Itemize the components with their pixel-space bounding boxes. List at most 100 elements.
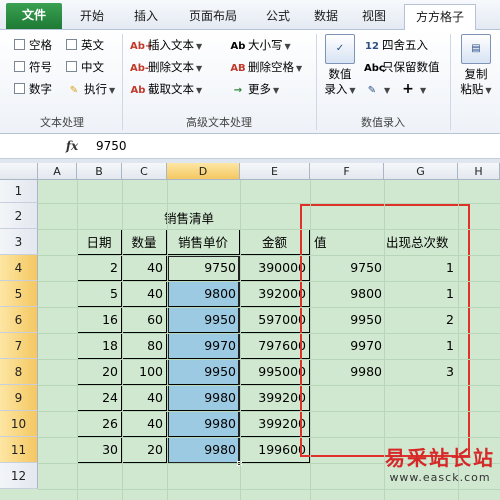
table-cell[interactable]: 199600 — [240, 437, 310, 463]
table-cell[interactable]: 9800 — [167, 281, 240, 307]
column-header-c[interactable]: C — [122, 163, 167, 180]
row-header-7[interactable]: 7 — [0, 333, 38, 359]
result-value-cell[interactable]: 9950 — [310, 307, 382, 333]
add-dropdown-button[interactable]: + ▼ — [400, 79, 426, 99]
extract-text-button[interactable]: Ab 截取文本 ▼ — [130, 79, 203, 99]
document-check-icon: ✓ — [325, 34, 355, 64]
row-header-4[interactable]: 4 — [0, 255, 38, 281]
checkbox-space[interactable]: 空格 — [14, 36, 52, 54]
result-value-cell[interactable]: 9750 — [310, 255, 382, 281]
checkbox-symbol[interactable]: 符号 — [14, 58, 52, 76]
table-cell[interactable]: 40 — [122, 255, 167, 281]
round-button[interactable]: 12 四舍五入 — [364, 35, 428, 55]
table-cell[interactable]: 9980 — [167, 437, 240, 463]
table-cell[interactable]: 24 — [77, 385, 122, 411]
row-header-11[interactable]: 11 — [0, 437, 38, 463]
checkbox-chinese[interactable]: 中文 — [66, 58, 104, 76]
result-value-cell[interactable]: 9970 — [310, 333, 382, 359]
table-cell[interactable]: 9950 — [167, 359, 240, 385]
tab-data[interactable]: 数据 — [306, 4, 346, 30]
tab-formulas[interactable]: 公式 — [256, 4, 300, 30]
table-cell[interactable]: 80 — [122, 333, 167, 359]
copy-paste-button[interactable]: ▤ 复制 粘贴 ▼ — [454, 34, 498, 98]
column-header-g[interactable]: G — [384, 163, 458, 180]
dropdown-arrow-icon: ▼ — [296, 64, 303, 73]
column-header-b[interactable]: B — [77, 163, 122, 180]
result-count-cell[interactable]: 3 — [384, 359, 454, 385]
table-cell[interactable]: 40 — [122, 411, 167, 437]
table-cell[interactable]: 20 — [77, 359, 122, 385]
table-cell[interactable]: 399200 — [240, 411, 310, 437]
table-cell[interactable]: 995000 — [240, 359, 310, 385]
column-header-a[interactable]: A — [38, 163, 77, 180]
table-cell[interactable]: 100 — [122, 359, 167, 385]
result-count-cell[interactable]: 1 — [384, 281, 454, 307]
row-header-3[interactable]: 3 — [0, 229, 38, 255]
select-all-corner[interactable] — [0, 163, 38, 180]
table-cell[interactable]: 390000 — [240, 255, 310, 281]
row-header-12[interactable]: 12 — [0, 463, 38, 489]
edit-dropdown-button[interactable]: ✎ ▼ — [364, 79, 390, 99]
table-cell[interactable]: 9750 — [167, 255, 240, 281]
dropdown-arrow-icon: ▼ — [420, 86, 427, 95]
table-cell[interactable]: 20 — [122, 437, 167, 463]
row-header-5[interactable]: 5 — [0, 281, 38, 307]
delete-text-button[interactable]: Ab-删除文本 ▼ — [130, 57, 202, 77]
tab-home[interactable]: 开始 — [72, 4, 112, 30]
table-cell[interactable]: 16 — [77, 307, 122, 333]
execute-button[interactable]: ✎ 执行 ▼ — [66, 79, 115, 99]
column-header-e[interactable]: E — [240, 163, 310, 180]
checkbox-english[interactable]: 英文 — [66, 36, 104, 54]
row-header-9[interactable]: 9 — [0, 385, 38, 411]
table-header-cell[interactable]: 销售单价 — [167, 229, 240, 255]
table-cell[interactable]: 9950 — [167, 307, 240, 333]
table-cell[interactable]: 392000 — [240, 281, 310, 307]
table-cell[interactable]: 399200 — [240, 385, 310, 411]
insert-text-button[interactable]: Ab+插入文本 ▼ — [130, 35, 202, 55]
table-cell[interactable]: 60 — [122, 307, 167, 333]
insert-function-icon[interactable]: fx — [60, 138, 84, 155]
table-cell[interactable]: 18 — [77, 333, 122, 359]
result-count-cell[interactable]: 2 — [384, 307, 454, 333]
table-cell[interactable]: 40 — [122, 281, 167, 307]
table-cell[interactable]: 40 — [122, 385, 167, 411]
column-header-h[interactable]: H — [458, 163, 500, 180]
delete-space-button[interactable]: AB 删除空格 ▼ — [230, 57, 302, 77]
table-cell[interactable]: 5 — [77, 281, 122, 307]
column-header-f[interactable]: F — [310, 163, 384, 180]
numeric-entry-button[interactable]: ✓ 数值 录入 ▼ — [320, 34, 360, 98]
table-header-cell[interactable]: 日期 — [77, 229, 122, 255]
result-value-cell[interactable]: 9980 — [310, 359, 382, 385]
result-count-cell[interactable]: 1 — [384, 255, 454, 281]
table-cell[interactable]: 2 — [77, 255, 122, 281]
table-cell[interactable]: 30 — [77, 437, 122, 463]
formula-input[interactable]: 9750 — [96, 139, 127, 153]
column-header-d[interactable]: D — [167, 163, 240, 180]
row-header-2[interactable]: 2 — [0, 203, 38, 229]
row-header-8[interactable]: 8 — [0, 359, 38, 385]
result-value-cell[interactable]: 9800 — [310, 281, 382, 307]
checkbox-number[interactable]: 数字 — [14, 80, 52, 98]
tab-fangfang-gezi[interactable]: 方方格子 — [404, 4, 476, 31]
table-cell[interactable]: 797600 — [240, 333, 310, 359]
tab-page-layout[interactable]: 页面布局 — [178, 4, 248, 30]
table-cell[interactable]: 597000 — [240, 307, 310, 333]
row-header-6[interactable]: 6 — [0, 307, 38, 333]
tab-view[interactable]: 视图 — [354, 4, 394, 30]
table-cell[interactable]: 9980 — [167, 411, 240, 437]
result-header-value[interactable]: 值 — [314, 230, 327, 256]
table-header-cell[interactable]: 金额 — [240, 229, 310, 255]
table-cell[interactable]: 26 — [77, 411, 122, 437]
row-header-1[interactable]: 1 — [0, 180, 38, 203]
tab-insert[interactable]: 插入 — [124, 4, 168, 30]
table-cell[interactable]: 9970 — [167, 333, 240, 359]
result-header-count[interactable]: 出现总次数 — [386, 230, 449, 256]
result-count-cell[interactable]: 1 — [384, 333, 454, 359]
table-cell[interactable]: 9980 — [167, 385, 240, 411]
more-button[interactable]: → 更多 ▼ — [230, 79, 279, 99]
table-header-cell[interactable]: 数量 — [122, 229, 167, 255]
row-header-10[interactable]: 10 — [0, 411, 38, 437]
tab-file[interactable]: 文件 — [6, 3, 62, 29]
case-button[interactable]: Ab 大小写 ▼ — [230, 35, 291, 55]
keep-value-button[interactable]: Abc只保留数值 — [364, 57, 440, 77]
